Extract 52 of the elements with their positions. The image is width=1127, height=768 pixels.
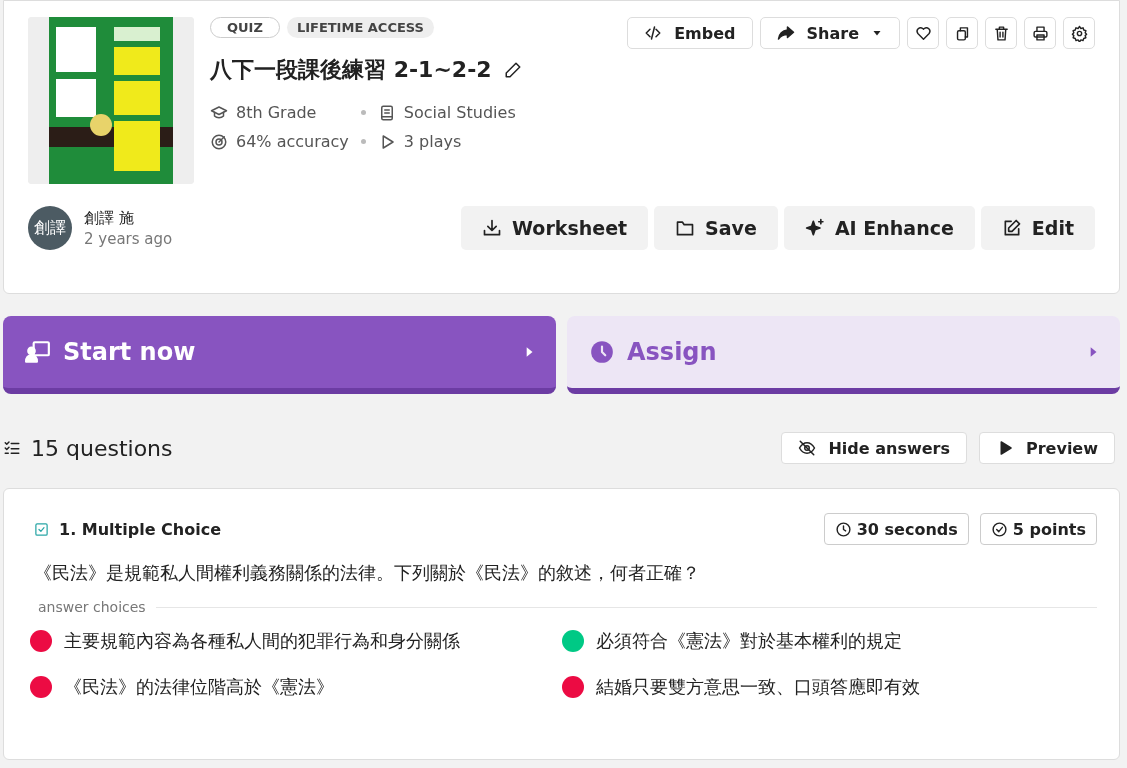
meta-text: 64% accuracy	[236, 132, 349, 151]
action-button[interactable]: Edit	[980, 206, 1095, 250]
question-text: 《民法》是規範私人間權利義務關係的法律。下列關於《民法》的敘述，何者正確？	[34, 561, 701, 585]
answer-text: 結婚只要雙方意思一致、口頭答應即有效	[595, 675, 920, 699]
checkbox-icon	[34, 521, 49, 537]
icon-button[interactable]	[946, 17, 978, 49]
code-icon	[644, 24, 663, 42]
icon-button[interactable]	[1063, 17, 1095, 49]
share-icon	[776, 24, 795, 42]
icon-button[interactable]	[985, 17, 1017, 49]
hidden-eye-icon	[798, 439, 817, 457]
heart-icon	[914, 24, 932, 42]
meta-text: Social Studies	[403, 103, 516, 122]
sparkle-icon	[804, 218, 825, 238]
toolbar-button[interactable]: Embed	[627, 17, 753, 49]
clock-icon	[834, 520, 852, 538]
icon-button[interactable]	[1024, 17, 1056, 49]
printer-icon	[1031, 24, 1049, 42]
action-button[interactable]: Save	[654, 206, 778, 250]
time-badge: 30 seconds	[823, 513, 969, 545]
download-icon	[482, 218, 503, 238]
target-icon	[210, 132, 228, 151]
action-button[interactable]: Worksheet	[461, 206, 649, 250]
start-button[interactable]: Start now	[3, 316, 556, 394]
presenter-icon	[25, 339, 51, 365]
settings-icon	[1070, 24, 1088, 42]
assign-button[interactable]: Assign	[567, 316, 1120, 394]
quiz-title: 八下一段課後練習 2-1~2-2	[210, 56, 492, 84]
icon-button[interactable]	[907, 17, 939, 49]
answer-text: 必須符合《憲法》對於基本權利的規定	[595, 629, 902, 653]
author-name: 創譯 施	[84, 208, 135, 228]
toolbar-button[interactable]: Share	[759, 17, 900, 49]
question-count: 15 questions	[31, 435, 173, 461]
meta-text: 8th Grade	[236, 103, 317, 122]
check-circle-icon	[990, 520, 1008, 538]
header-button[interactable]: Hide answers	[781, 432, 967, 464]
question-type: 1. Multiple Choice	[59, 519, 221, 539]
avatar: 創譯	[28, 206, 72, 250]
header-button[interactable]: Preview	[979, 432, 1115, 464]
folder-icon	[675, 218, 696, 238]
meta-text: 3 plays	[403, 132, 462, 151]
answer-text: 主要規範內容為各種私人間的犯罪行為和身分關係	[64, 629, 460, 653]
tag: LIFETIME ACCESS	[286, 17, 434, 38]
points-badge: 5 points	[979, 513, 1097, 545]
answer-text: 《民法》的法律位階高於《憲法》	[64, 675, 334, 699]
section-label: answer choices	[38, 599, 146, 615]
checklist-icon	[3, 439, 21, 457]
trash-icon	[992, 24, 1010, 42]
action-button[interactable]: AI Enhance	[783, 206, 975, 250]
timestamp: 2 years ago	[84, 229, 173, 248]
clock-icon	[589, 339, 615, 365]
pencil-icon	[503, 61, 522, 79]
